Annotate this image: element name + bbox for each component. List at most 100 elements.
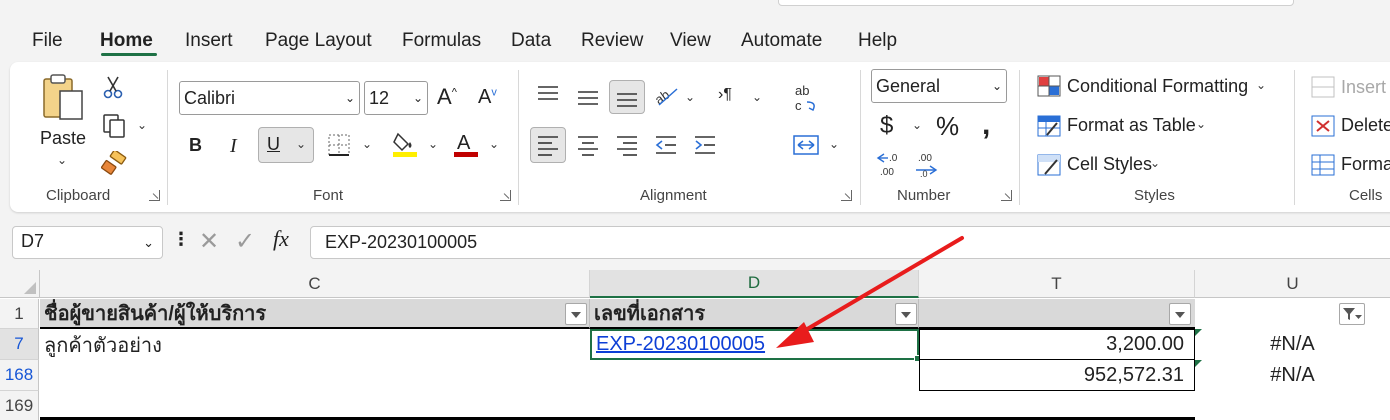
orientation-chevron-icon[interactable]: ⌄ bbox=[685, 90, 695, 104]
font-color-chevron-icon[interactable]: ⌄ bbox=[489, 137, 499, 151]
bottom-align-icon bbox=[614, 86, 640, 110]
font-group-label: Font bbox=[313, 187, 344, 204]
font-size-select[interactable]: 12 ⌄ bbox=[364, 81, 428, 115]
number-format-select[interactable]: General ⌄ bbox=[871, 69, 1007, 103]
paste-icon[interactable] bbox=[38, 72, 88, 124]
insert-cells-icon[interactable] bbox=[1310, 75, 1336, 99]
merge-chevron-icon[interactable]: ⌄ bbox=[829, 137, 839, 151]
bold-button[interactable]: B bbox=[189, 135, 202, 156]
paste-chevron-icon[interactable]: ⌄ bbox=[57, 153, 67, 167]
tab-help[interactable]: Help bbox=[858, 30, 897, 52]
top-align-icon[interactable] bbox=[535, 82, 561, 106]
delete-cells-button[interactable]: Delete bbox=[1341, 115, 1390, 136]
svg-text:.0: .0 bbox=[889, 153, 898, 164]
tab-insert[interactable]: Insert bbox=[185, 30, 233, 52]
underline-label: U bbox=[267, 134, 280, 154]
column-header-c[interactable]: C bbox=[40, 270, 590, 298]
header-cell-c[interactable]: ชื่อผู้ขายสินค้า/ผู้ให้บริการ bbox=[40, 299, 590, 329]
wrap-text-icon[interactable]: ab c bbox=[793, 82, 821, 114]
cut-icon[interactable] bbox=[100, 74, 126, 100]
format-cells-button[interactable]: Format bbox=[1341, 154, 1390, 175]
tab-home[interactable]: Home bbox=[100, 30, 153, 52]
conditional-formatting-chevron-icon[interactable]: ⌄ bbox=[1256, 78, 1266, 92]
decrease-font-icon[interactable]: Av bbox=[478, 86, 497, 109]
cell-u168[interactable]: #N/A bbox=[1195, 360, 1390, 391]
clipboard-launcher-icon[interactable] bbox=[149, 190, 160, 201]
tab-formulas[interactable]: Formulas bbox=[402, 30, 481, 52]
cell-styles-button[interactable]: Cell Styles bbox=[1067, 154, 1152, 175]
increase-font-icon[interactable]: A^ bbox=[437, 84, 457, 110]
select-all-corner[interactable] bbox=[0, 270, 40, 298]
increase-indent-icon[interactable] bbox=[692, 133, 718, 157]
column-header-u[interactable]: U bbox=[1195, 270, 1390, 298]
row-header-1[interactable]: 1 bbox=[0, 299, 39, 329]
tab-view[interactable]: View bbox=[670, 30, 711, 52]
orientation-icon[interactable]: ab bbox=[652, 82, 682, 110]
format-as-table-icon[interactable] bbox=[1036, 114, 1062, 138]
copy-chevron-icon[interactable]: ⌄ bbox=[137, 118, 147, 132]
format-as-table-button[interactable]: Format as Table bbox=[1067, 115, 1196, 136]
font-name-select[interactable]: Calibri ⌄ bbox=[179, 81, 360, 115]
borders-icon[interactable] bbox=[327, 133, 351, 157]
alignment-launcher-icon[interactable] bbox=[841, 190, 852, 201]
row-header-168[interactable]: 168 bbox=[0, 360, 39, 391]
tab-automate[interactable]: Automate bbox=[741, 30, 822, 52]
row-header-169[interactable]: 169 bbox=[0, 391, 39, 420]
format-as-table-chevron-icon[interactable]: ⌄ bbox=[1196, 117, 1206, 131]
row-header-7[interactable]: 7 bbox=[0, 329, 39, 360]
copy-icon[interactable] bbox=[100, 112, 128, 140]
filter-dropdown-c-icon[interactable] bbox=[565, 303, 587, 325]
name-box[interactable]: D7 ⌄ bbox=[12, 226, 163, 259]
currency-icon[interactable]: $ bbox=[880, 112, 893, 140]
tab-file[interactable]: File bbox=[32, 30, 63, 52]
text-direction-chevron-icon[interactable]: ⌄ bbox=[752, 90, 762, 104]
conditional-formatting-button[interactable]: Conditional Formatting bbox=[1067, 76, 1248, 97]
styles-group-label: Styles bbox=[1134, 187, 1175, 204]
fill-color-icon[interactable] bbox=[392, 130, 418, 158]
currency-chevron-icon[interactable]: ⌄ bbox=[912, 118, 922, 132]
fill-color-chevron-icon[interactable]: ⌄ bbox=[428, 137, 438, 151]
document-link[interactable]: EXP-20230100005 bbox=[596, 333, 765, 356]
more-options-icon[interactable]: ⋮ bbox=[172, 229, 190, 250]
filter-applied-u-icon[interactable] bbox=[1339, 303, 1365, 325]
filter-dropdown-t-icon[interactable] bbox=[1169, 303, 1191, 325]
underline-chevron-icon[interactable]: ⌄ bbox=[296, 137, 306, 151]
cell-styles-chevron-icon[interactable]: ⌄ bbox=[1150, 156, 1160, 170]
cell-c7[interactable]: ลูกค้าตัวอย่าง bbox=[40, 329, 590, 360]
search-box[interactable] bbox=[778, 0, 1294, 6]
enter-icon[interactable]: ✓ bbox=[235, 227, 255, 256]
percent-icon[interactable]: % bbox=[936, 111, 959, 142]
format-painter-icon[interactable] bbox=[100, 150, 128, 176]
conditional-formatting-icon[interactable] bbox=[1036, 74, 1062, 98]
decrease-indent-icon[interactable] bbox=[653, 133, 679, 157]
text-direction-icon[interactable]: ›¶ bbox=[718, 86, 732, 104]
align-center-icon[interactable] bbox=[575, 133, 601, 157]
borders-chevron-icon[interactable]: ⌄ bbox=[362, 137, 372, 151]
svg-text:ab: ab bbox=[795, 83, 809, 98]
font-color-icon[interactable]: A bbox=[453, 129, 479, 159]
format-cells-icon[interactable] bbox=[1310, 153, 1336, 177]
tab-review[interactable]: Review bbox=[581, 30, 643, 52]
decrease-decimal-icon[interactable]: .00 .0 bbox=[912, 150, 942, 178]
group-separator bbox=[1019, 70, 1020, 205]
tab-page-layout[interactable]: Page Layout bbox=[265, 30, 372, 52]
cell-t168[interactable]: 952,572.31 bbox=[919, 360, 1195, 391]
tab-data[interactable]: Data bbox=[511, 30, 551, 52]
insert-cells-button[interactable]: Insert bbox=[1341, 77, 1386, 98]
paste-label[interactable]: Paste bbox=[40, 128, 86, 149]
increase-decimal-icon[interactable]: .0.00 bbox=[874, 150, 904, 178]
merge-center-icon[interactable] bbox=[791, 132, 821, 158]
number-launcher-icon[interactable] bbox=[1001, 190, 1012, 201]
font-launcher-icon[interactable] bbox=[500, 190, 511, 201]
cancel-icon[interactable]: ✕ bbox=[199, 227, 219, 256]
chevron-down-icon: ⌄ bbox=[344, 91, 355, 105]
comma-style-icon[interactable]: , bbox=[982, 108, 990, 142]
italic-button[interactable]: I bbox=[230, 135, 237, 158]
middle-align-icon[interactable] bbox=[575, 86, 601, 110]
cell-u7[interactable]: #N/A bbox=[1195, 329, 1390, 360]
svg-text:A: A bbox=[457, 132, 471, 154]
align-right-icon[interactable] bbox=[614, 133, 640, 157]
delete-cells-icon[interactable] bbox=[1310, 114, 1336, 138]
cell-styles-icon[interactable] bbox=[1036, 153, 1062, 177]
insert-function-icon[interactable]: fx bbox=[273, 226, 289, 252]
